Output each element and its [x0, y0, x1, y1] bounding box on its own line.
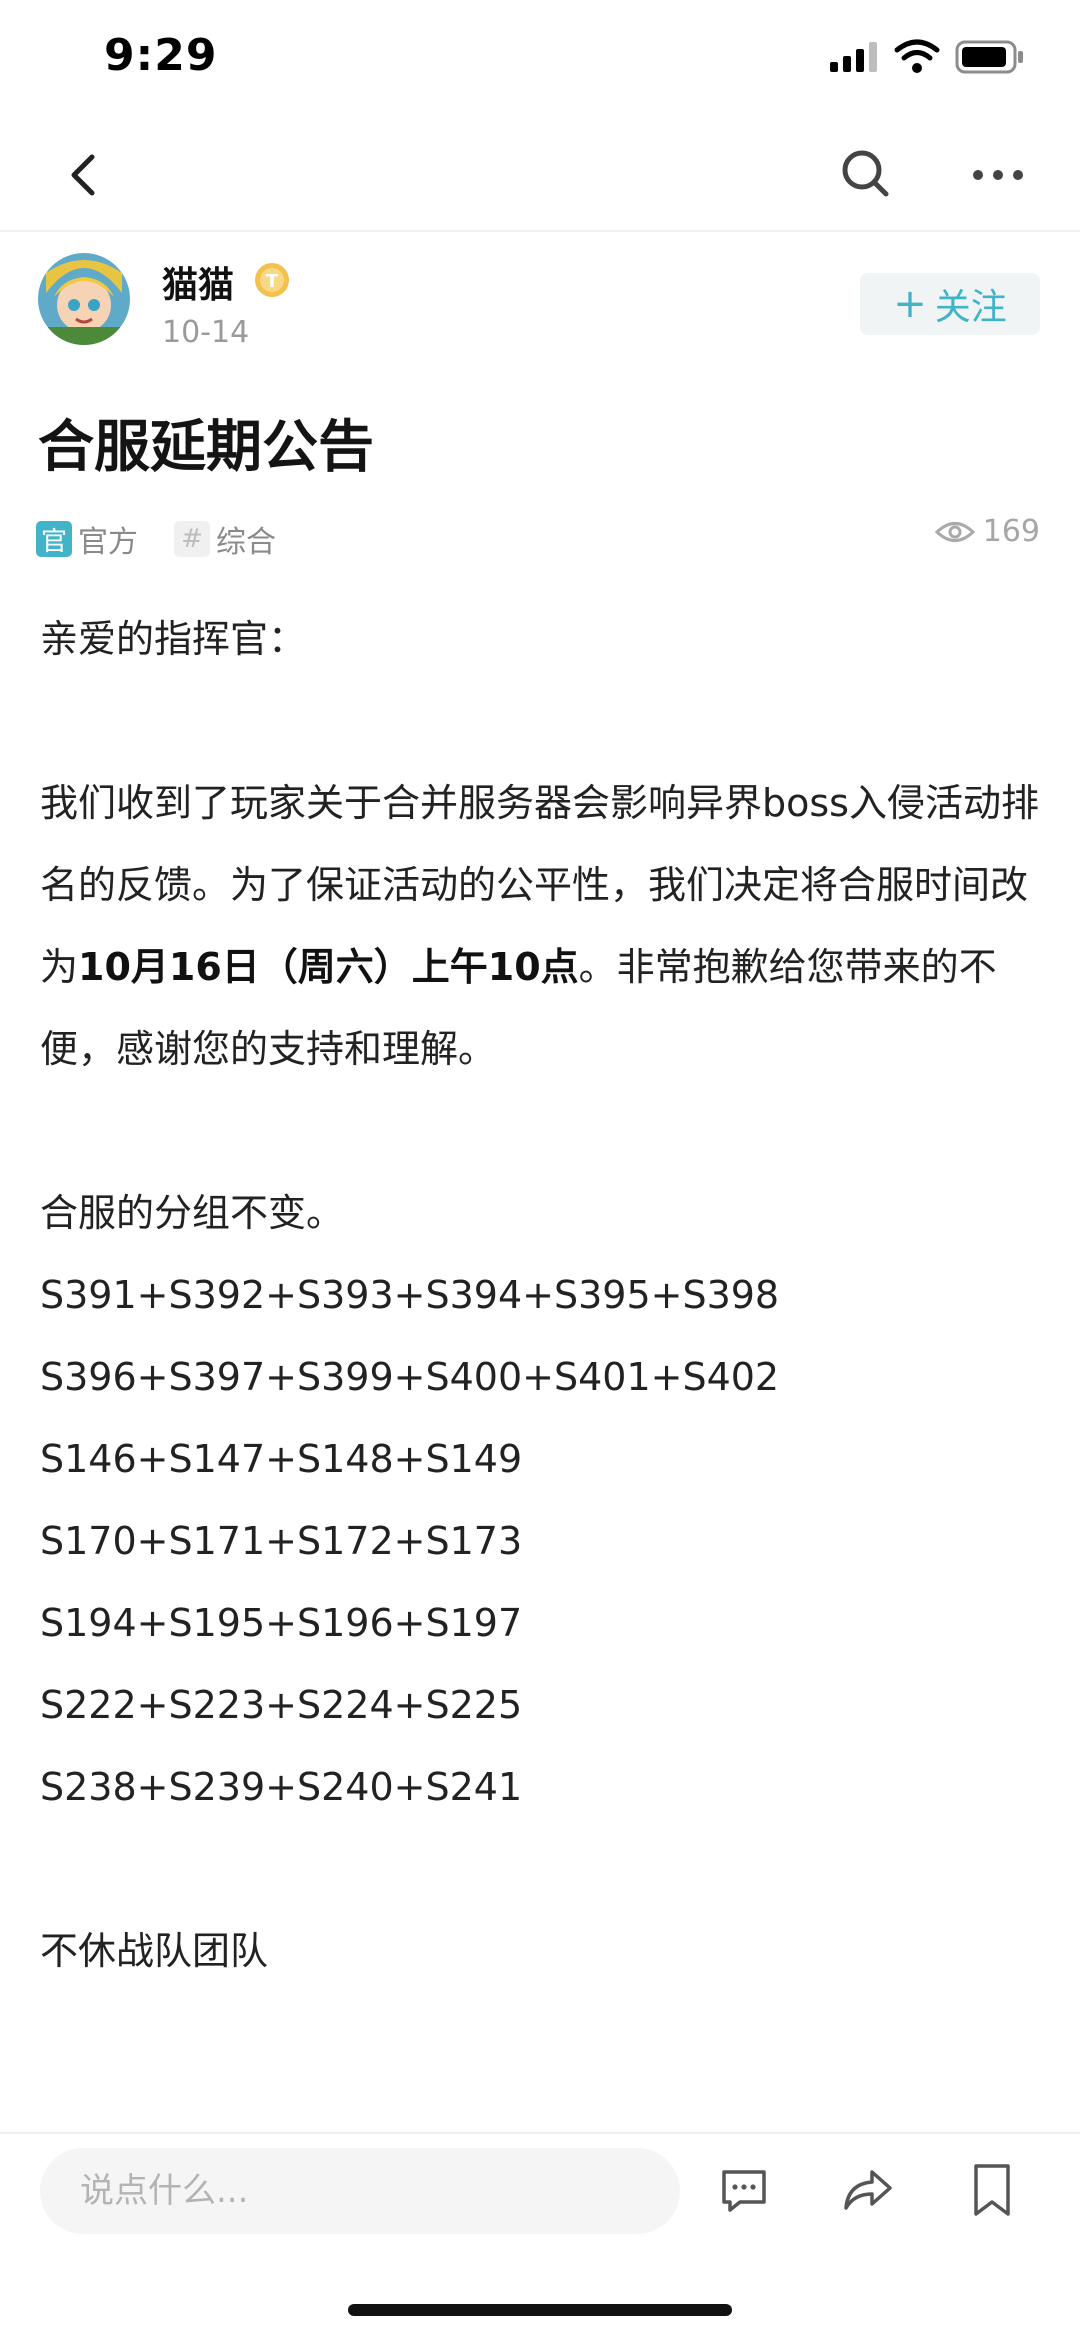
- battery-icon: [955, 40, 1023, 74]
- avatar-illustration: [38, 253, 130, 345]
- server-group: S194+S195+S196+S197: [40, 1601, 523, 1645]
- server-group: S222+S223+S224+S225: [40, 1683, 523, 1727]
- cellular-signal-icon: [830, 42, 877, 72]
- server-group: S396+S397+S399+S400+S401+S402: [40, 1355, 780, 1399]
- body-paragraph: 我们收到了玩家关于合并服务器会影响异界boss入侵活动排名的反馈。为了保证活动的…: [40, 762, 1040, 1090]
- nav-bar: [0, 120, 1080, 232]
- post-title: 合服延期公告: [38, 415, 374, 480]
- eye-icon: [934, 521, 975, 542]
- author-name[interactable]: 猫猫: [162, 256, 234, 308]
- home-indicator: [348, 2304, 732, 2316]
- plus-icon: +: [893, 281, 927, 327]
- official-badge-icon: 官: [36, 521, 72, 557]
- signature: 不休战队团队: [40, 1929, 269, 1973]
- server-group: S170+S171+S172+S173: [40, 1519, 523, 1563]
- tag-topic[interactable]: # 综合: [174, 517, 276, 561]
- more-options-icon[interactable]: [968, 150, 1028, 200]
- server-group: S146+S147+S148+S149: [40, 1437, 523, 1481]
- view-count: 169: [982, 514, 1040, 549]
- tag-topic-label: 综合: [216, 525, 276, 560]
- post-content: 亲爱的指挥官： 我们收到了玩家关于合并服务器会影响异界boss入侵活动排名的反馈…: [40, 598, 1040, 1992]
- back-arrow-icon[interactable]: [60, 145, 108, 205]
- tag-official[interactable]: 官 官方: [36, 517, 138, 561]
- follow-label: 关注: [934, 287, 1007, 328]
- greeting: 亲爱的指挥官：: [40, 617, 307, 661]
- status-bar: 9:29: [0, 0, 1080, 120]
- wifi-icon: [894, 39, 940, 73]
- verified-badge-icon: T: [255, 263, 289, 297]
- server-group: S391+S392+S393+S394+S395+S398: [40, 1273, 780, 1317]
- groups-intro: 合服的分组不变。: [40, 1191, 345, 1235]
- view-counter: 169: [934, 514, 1040, 549]
- comment-icon[interactable]: [718, 2164, 770, 2216]
- follow-button[interactable]: + 关注: [860, 273, 1040, 335]
- server-group: S238+S239+S240+S241: [40, 1765, 523, 1809]
- post-date: 10-14: [162, 315, 250, 350]
- share-icon[interactable]: [840, 2164, 896, 2216]
- svg-text:T: T: [266, 271, 279, 292]
- search-icon[interactable]: [836, 144, 896, 204]
- author-avatar[interactable]: [38, 253, 130, 345]
- status-time: 9:29: [104, 30, 218, 81]
- hashtag-icon: #: [174, 521, 210, 557]
- comment-input[interactable]: [40, 2148, 680, 2234]
- merge-time: 10月16日（周六）上午10点: [78, 945, 579, 989]
- tag-official-label: 官方: [78, 525, 138, 560]
- bookmark-icon[interactable]: [970, 2162, 1014, 2218]
